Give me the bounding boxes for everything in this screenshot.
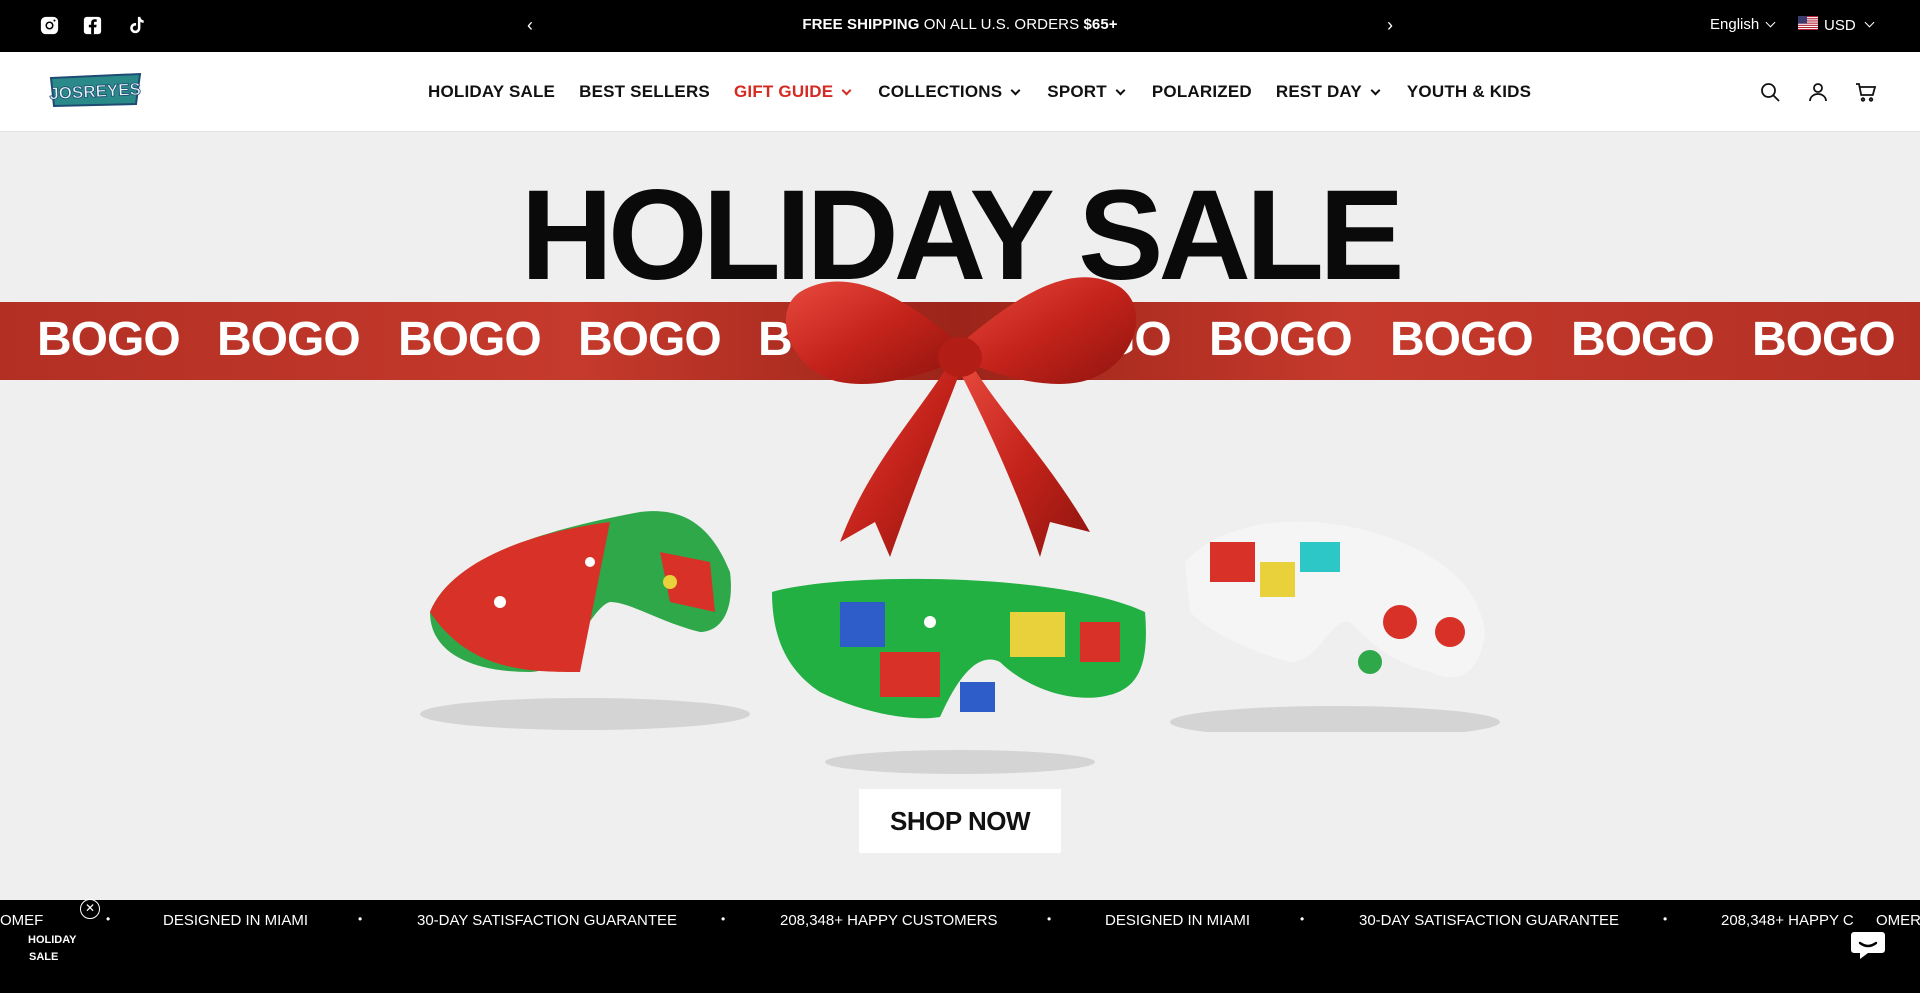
close-icon[interactable]: ✕ [80,899,100,919]
nav-label: SPORT [1047,82,1107,101]
ticker-item: OMEF [0,912,44,929]
site-header: JOSREYES HOLIDAY SALE BEST SELLERS GIFT … [0,52,1920,132]
nav-label: YOUTH & KIDS [1406,82,1532,101]
social-links [38,14,147,37]
ribbon-word: BOGO [217,313,361,366]
cart-icon[interactable] [1854,80,1878,104]
ribbon-word: BOGO [1752,313,1896,366]
ticker-item: 30-DAY SATISFACTION GUARANTEE [417,912,678,929]
nav-rest-day[interactable]: REST DAY [1275,82,1381,102]
gift-bow-image [785,277,1137,557]
chevron-down-icon [1370,85,1381,95]
brand-logo[interactable]: JOSREYES [48,70,143,110]
instagram-icon[interactable] [38,14,61,37]
announcement-bold: FREE SHIPPING [802,16,920,33]
trust-ticker: OMEF • DESIGNED IN MIAMI • 30-DAY SATISF… [0,900,1920,941]
nav-label: COLLECTIONS [878,82,1003,101]
chevron-down-icon [1765,17,1776,28]
chevron-down-icon [1010,85,1021,95]
chat-icon[interactable] [1848,924,1888,964]
ticker-item: 30-DAY SATISFACTION GUARANTEE [1359,912,1620,929]
nav-holiday-sale[interactable]: HOLIDAY SALE [428,82,555,102]
tiktok-icon[interactable] [124,14,147,37]
badge-line: SALE [29,951,59,963]
nav-polarized[interactable]: POLARIZED [1152,82,1252,102]
nav-label: BEST SELLERS [579,82,710,101]
ribbon-word: BOGO [398,313,542,366]
ribbon-word: BOGO [1209,313,1353,366]
ticker-dot: • [1047,912,1052,926]
ribbon-word: BOGO [578,313,722,366]
us-flag-icon [1798,16,1818,34]
announcement-bar: ‹ FREE SHIPPING ON ALL U.S. ORDERS $65+ … [0,0,1920,52]
page-footer-strip [0,941,1920,993]
search-icon[interactable] [1758,80,1782,104]
announcement-mid: ON ALL U.S. ORDERS [919,16,1084,33]
holiday-sale-badge[interactable]: HOLIDAY SALE [28,932,77,966]
ticker-dot: • [721,912,726,926]
sunglasses-product-left [420,511,750,730]
ticker-dot: • [106,912,111,926]
nav-youth-kids[interactable]: YOUTH & KIDS [1407,82,1531,102]
account-icon[interactable] [1806,80,1830,104]
chevron-down-icon [841,85,852,95]
currency-label: USD [1824,16,1856,34]
ribbon-word: BOGO [1390,313,1534,366]
ticker-item: DESIGNED IN MIAMI [163,912,309,929]
nav-label: POLARIZED [1151,82,1252,101]
announcement-amount: $65+ [1083,16,1118,33]
nav-label: HOLIDAY SALE [428,82,556,101]
sunglasses-product-right [1170,521,1500,732]
shop-now-button[interactable]: SHOP NOW [859,789,1061,853]
hero-banner[interactable]: HOLIDAY SALE BOGO BOGO BOGO BOGO BOGO BO… [0,132,1920,900]
announcement-next-button[interactable]: › [1379,14,1401,36]
ticker-dot: • [1663,912,1668,926]
chevron-down-icon [1864,17,1875,27]
nav-sport[interactable]: SPORT [1047,82,1126,102]
chevron-down-icon [1115,85,1126,95]
ticker-item: 208,348+ HAPPY C [1721,912,1854,929]
nav-gift-guide[interactable]: GIFT GUIDE [733,82,852,102]
ticker-dot: • [358,912,363,926]
ribbon-word: BOGO [1571,313,1715,366]
facebook-icon[interactable] [81,14,104,37]
badge-line: HOLIDAY [28,934,77,946]
ribbon-word: BOGO [37,313,181,366]
announcement-prev-button[interactable]: ‹ [519,14,541,36]
ticker-dot: • [1300,912,1305,926]
announcement-text: FREE SHIPPING ON ALL U.S. ORDERS $65+ [560,16,1360,33]
main-nav: HOLIDAY SALE BEST SELLERS GIFT GUIDE COL… [428,82,1555,102]
nav-best-sellers[interactable]: BEST SELLERS [579,82,710,102]
ticker-item: 208,348+ HAPPY CUSTOMERS [780,912,998,929]
sunglasses-product-center [772,578,1146,774]
nav-label: GIFT GUIDE [733,82,834,101]
language-selector[interactable]: English [1710,16,1776,33]
currency-selector[interactable]: USD [1798,16,1875,34]
language-label: English [1710,16,1760,33]
nav-label: REST DAY [1275,82,1362,101]
header-actions [1758,80,1878,104]
nav-collections[interactable]: COLLECTIONS [878,82,1021,102]
ticker-item: DESIGNED IN MIAMI [1105,912,1251,929]
